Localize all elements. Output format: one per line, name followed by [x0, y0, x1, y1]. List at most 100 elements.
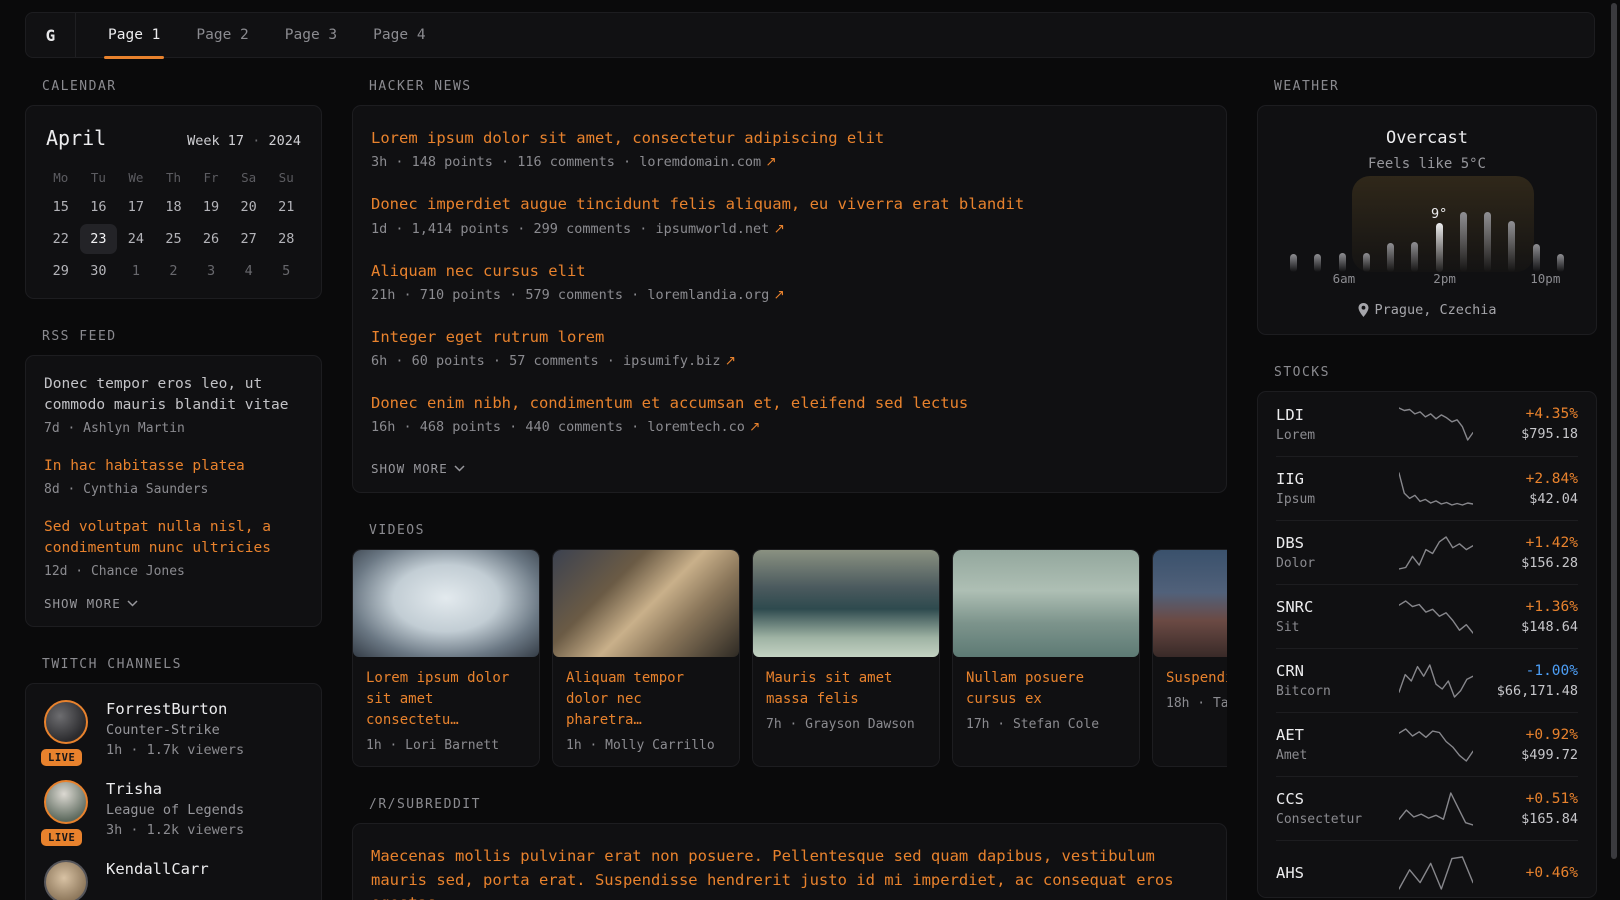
- twitch-channel-name[interactable]: Trisha: [106, 780, 244, 798]
- calendar-day-30[interactable]: 30: [80, 256, 118, 286]
- stock-change: +0.92%: [1486, 727, 1578, 743]
- stock-symbol: AET: [1276, 726, 1386, 744]
- hacker-news-item-title[interactable]: Integer eget rutrum lorem: [371, 326, 1208, 349]
- subreddit-post-title[interactable]: Maecenas mollis pulvinar erat non posuer…: [371, 845, 1186, 900]
- stock-row[interactable]: CCSConsectetur+0.51%$165.84: [1276, 776, 1578, 840]
- calendar-day-19[interactable]: 19: [192, 192, 230, 222]
- weather-hour-bar: [1363, 253, 1370, 272]
- weather-bar: [1484, 212, 1491, 272]
- subreddit-post: Maecenas mollis pulvinar erat non posuer…: [371, 845, 1208, 900]
- stock-row[interactable]: SNRCSit+1.36%$148.64: [1276, 584, 1578, 648]
- stock-values: +0.51%$165.84: [1486, 791, 1578, 827]
- hacker-news-item-domain[interactable]: loremtech.co: [647, 419, 745, 435]
- video-title[interactable]: Nullam posuere cursus ex: [966, 668, 1126, 710]
- twitch-channel-meta: 1h · 1.7k viewers: [106, 742, 244, 758]
- location-pin-icon: [1358, 303, 1369, 317]
- video-card-body: Mauris sit amet massa felis7h · Grayson …: [753, 657, 939, 745]
- hacker-news-item-meta: 1d · 1,414 points · 299 comments · ipsum…: [371, 221, 1208, 237]
- tab-page-2[interactable]: Page 2: [182, 13, 262, 57]
- twitch-channel-row[interactable]: KendallCarr: [44, 860, 303, 900]
- calendar-day-29[interactable]: 29: [42, 256, 80, 286]
- rss-item-title[interactable]: Donec tempor eros leo, ut commodo mauris…: [44, 374, 303, 416]
- calendar-day-2[interactable]: 2: [155, 256, 193, 286]
- calendar-grid: MoTuWeThFrSaSu15161718192021222324252627…: [42, 164, 305, 286]
- calendar-day-28[interactable]: 28: [267, 224, 305, 254]
- stock-row[interactable]: DBSDolor+1.42%$156.28: [1276, 520, 1578, 584]
- twitch-channel-row[interactable]: LIVEForrestBurtonCounter-Strike1h · 1.7k…: [44, 700, 303, 758]
- calendar-week-label: Week 17 · 2024: [187, 133, 301, 149]
- scrollbar-thumb[interactable]: [1611, 3, 1617, 859]
- calendar-day-18[interactable]: 18: [155, 192, 193, 222]
- stock-row[interactable]: LDILorem+4.35%$795.18: [1276, 392, 1578, 456]
- video-card[interactable]: Mauris sit amet massa felis7h · Grayson …: [752, 549, 940, 767]
- rss-item-title[interactable]: Sed volutpat nulla nisl, a condimentum n…: [44, 517, 303, 559]
- rss-show-more-button[interactable]: SHOW MORE: [44, 596, 138, 611]
- calendar-day-3[interactable]: 3: [192, 256, 230, 286]
- calendar-day-27[interactable]: 27: [230, 224, 268, 254]
- tab-page-3[interactable]: Page 3: [271, 13, 351, 57]
- video-title[interactable]: Mauris sit amet massa felis: [766, 668, 926, 710]
- stock-values: +1.42%$156.28: [1486, 535, 1578, 571]
- hacker-news-item-domain[interactable]: loremdomain.com: [639, 154, 761, 170]
- hacker-news-item-domain[interactable]: loremlandia.org: [647, 287, 769, 303]
- hacker-news-item-title[interactable]: Lorem ipsum dolor sit amet, consectetur …: [371, 127, 1208, 150]
- hacker-news-item-title[interactable]: Aliquam nec cursus elit: [371, 260, 1208, 283]
- video-card[interactable]: Suspendisse diam18h · Tara: [1152, 549, 1227, 767]
- stock-row[interactable]: CRNBitcorn-1.00%$66,171.48: [1276, 648, 1578, 712]
- stock-row[interactable]: AHS+0.46%: [1276, 840, 1578, 898]
- calendar-day-15[interactable]: 15: [42, 192, 80, 222]
- calendar-day-26[interactable]: 26: [192, 224, 230, 254]
- calendar-day-23[interactable]: 23: [80, 224, 118, 254]
- rss-item-title[interactable]: In hac habitasse platea: [44, 456, 303, 477]
- video-title[interactable]: Aliquam tempor dolor nec pharetra…: [566, 668, 726, 731]
- weather-hour-bar: 9°: [1436, 223, 1443, 272]
- tab-page-1[interactable]: Page 1: [94, 13, 174, 57]
- weather-bar: [1387, 243, 1394, 272]
- calendar-day-21[interactable]: 21: [267, 192, 305, 222]
- weather-hour-bar: [1290, 254, 1297, 272]
- twitch-avatar: [44, 780, 88, 824]
- weather-bar: [1557, 254, 1564, 272]
- video-title[interactable]: Lorem ipsum dolor sit amet consectetu…: [366, 668, 526, 731]
- calendar-day-22[interactable]: 22: [42, 224, 80, 254]
- calendar-day-24[interactable]: 24: [117, 224, 155, 254]
- hacker-news-section: HACKER NEWS Lorem ipsum dolor sit amet, …: [352, 79, 1227, 493]
- stock-row[interactable]: AETAmet+0.92%$499.72: [1276, 712, 1578, 776]
- calendar-day-header: We: [117, 164, 155, 190]
- calendar-day-25[interactable]: 25: [155, 224, 193, 254]
- stock-row[interactable]: IIGIpsum+2.84%$42.04: [1276, 456, 1578, 520]
- hacker-news-item-domain[interactable]: ipsumify.biz: [623, 353, 721, 369]
- tab-page-4[interactable]: Page 4: [359, 13, 439, 57]
- video-card[interactable]: Lorem ipsum dolor sit amet consectetu…1h…: [352, 549, 540, 767]
- video-card[interactable]: Aliquam tempor dolor nec pharetra…1h · M…: [552, 549, 740, 767]
- stock-change: +1.36%: [1486, 599, 1578, 615]
- stock-sparkline: [1399, 662, 1473, 700]
- twitch-channel-name[interactable]: ForrestBurton: [106, 700, 244, 718]
- calendar-day-17[interactable]: 17: [117, 192, 155, 222]
- stock-change: +0.46%: [1486, 865, 1578, 881]
- stock-sparkline-wrap: [1386, 662, 1486, 700]
- hacker-news-show-more-button[interactable]: SHOW MORE: [371, 461, 465, 476]
- hacker-news-item-title[interactable]: Donec enim nibh, condimentum et accumsan…: [371, 392, 1208, 415]
- weather-hour-label: 2pm: [1433, 271, 1456, 286]
- calendar-day-20[interactable]: 20: [230, 192, 268, 222]
- calendar-day-16[interactable]: 16: [80, 192, 118, 222]
- stock-identity: AET Amet: [1276, 726, 1386, 763]
- external-link-icon: ↗: [721, 353, 737, 369]
- calendar-day-5[interactable]: 5: [267, 256, 305, 286]
- stock-name: Amet: [1276, 748, 1386, 763]
- left-column: CALENDAR April Week 17 · 2024 MoTuWeThFr…: [25, 79, 322, 900]
- weather-card: Overcast Feels like 5°C 9° 6am2pm10pm Pr…: [1257, 105, 1597, 335]
- hacker-news-item-domain[interactable]: ipsumworld.net: [655, 221, 769, 237]
- calendar-day-4[interactable]: 4: [230, 256, 268, 286]
- twitch-channel-name[interactable]: KendallCarr: [106, 860, 209, 878]
- rss-section-title: RSS FEED: [42, 329, 322, 344]
- video-card[interactable]: Nullam posuere cursus ex17h · Stefan Col…: [952, 549, 1140, 767]
- twitch-channel-row[interactable]: LIVETrishaLeague of Legends3h · 1.2k vie…: [44, 780, 303, 838]
- stock-name: Consectetur: [1276, 812, 1386, 827]
- hacker-news-item-title[interactable]: Donec imperdiet augue tincidunt felis al…: [371, 193, 1208, 216]
- video-title[interactable]: Suspendisse diam: [1166, 668, 1227, 689]
- twitch-avatar-wrap: [44, 860, 90, 900]
- page-scrollbar[interactable]: [1610, 0, 1618, 900]
- calendar-day-1[interactable]: 1: [117, 256, 155, 286]
